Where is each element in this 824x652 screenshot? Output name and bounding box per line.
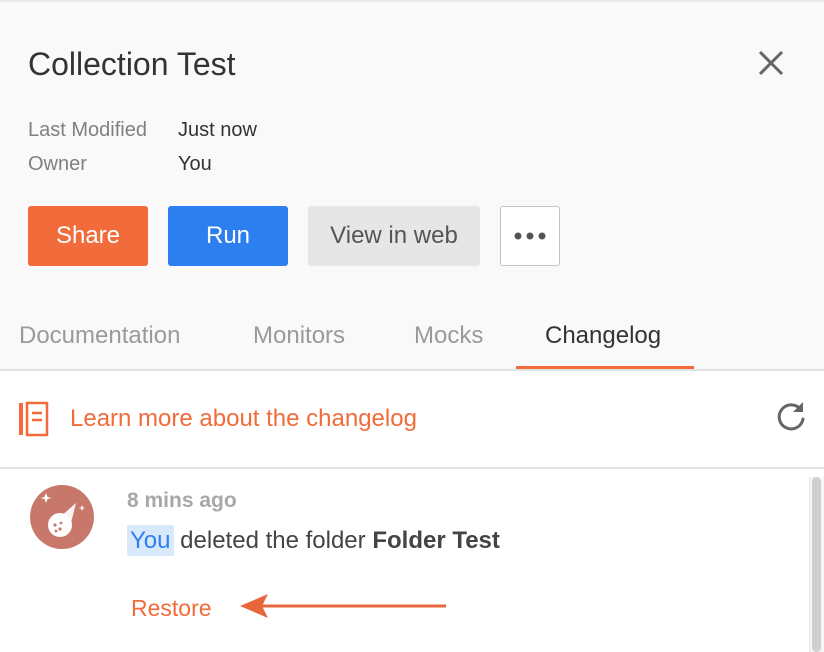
entry-action-text: deleted the folder <box>180 527 366 554</box>
entry-description: You deleted the folder Folder Test <box>127 525 500 556</box>
more-horizontal-icon <box>514 232 546 240</box>
refresh-icon <box>777 402 805 431</box>
entry-timestamp: 8 mins ago <box>127 489 237 512</box>
last-modified-value: Just now <box>178 119 257 141</box>
tab-changelog[interactable]: Changelog <box>545 322 661 350</box>
entry-target-name: Folder Test <box>372 527 500 554</box>
view-in-web-button[interactable]: View in web <box>308 206 480 266</box>
collection-header: Collection Test Last Modified Just now O… <box>0 2 824 371</box>
arrow-annotation <box>240 594 446 618</box>
more-actions-button[interactable] <box>500 206 560 266</box>
close-button[interactable] <box>756 46 788 82</box>
owner-label: Owner <box>28 153 87 175</box>
user-avatar <box>30 485 94 549</box>
changelog-entries: 8 mins ago You deleted the folder Folder… <box>0 469 824 652</box>
changelog-info-bar: Learn more about the changelog <box>0 371 824 467</box>
owner-value: You <box>178 153 212 175</box>
scrollbar[interactable] <box>809 477 824 652</box>
tab-mocks[interactable]: Mocks <box>414 322 483 350</box>
actor-chip[interactable]: You <box>127 525 174 556</box>
scrollbar-thumb[interactable] <box>812 477 821 652</box>
close-icon <box>758 50 784 76</box>
changelog-book-icon <box>19 401 49 437</box>
collection-title: Collection Test <box>28 46 236 82</box>
run-button[interactable]: Run <box>168 206 288 266</box>
tab-documentation[interactable]: Documentation <box>19 322 180 350</box>
refresh-button[interactable] <box>774 399 808 433</box>
learn-more-changelog-link[interactable]: Learn more about the changelog <box>70 405 417 433</box>
tab-monitors[interactable]: Monitors <box>253 322 345 350</box>
last-modified-label: Last Modified <box>28 119 147 141</box>
comet-avatar-icon <box>40 493 86 537</box>
restore-button[interactable]: Restore <box>131 595 212 622</box>
share-button[interactable]: Share <box>28 206 148 266</box>
